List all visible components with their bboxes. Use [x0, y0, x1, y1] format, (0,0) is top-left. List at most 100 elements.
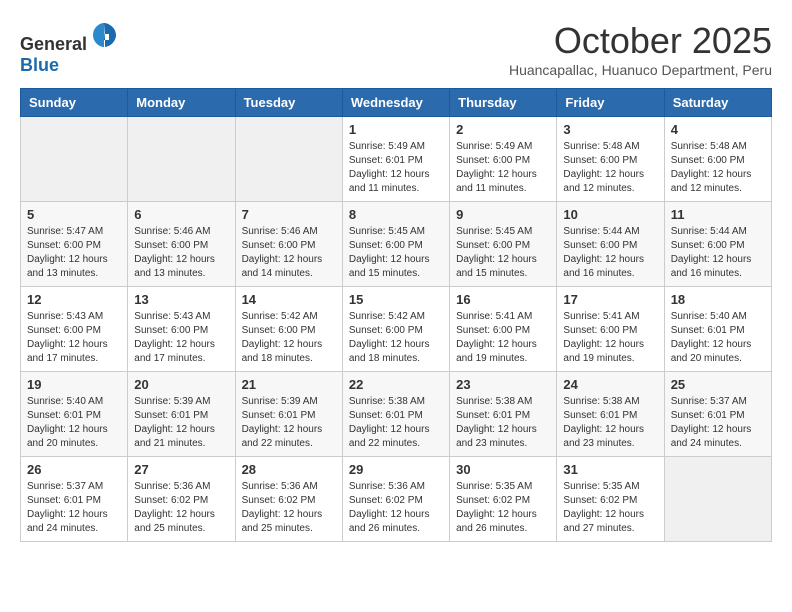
calendar-header-row: SundayMondayTuesdayWednesdayThursdayFrid…	[21, 89, 772, 117]
day-number: 10	[563, 207, 657, 222]
calendar-cell: 12 Sunrise: 5:43 AM Sunset: 6:00 PM Dayli…	[21, 287, 128, 372]
day-number: 9	[456, 207, 550, 222]
calendar-cell: 7Sunrise: 5:46 AM Sunset: 6:00 PM Daylig…	[235, 202, 342, 287]
day-info: Sunrise: 5:43 AM Sunset: 6:00 PM Dayligh…	[134, 310, 228, 366]
day-info: Sunrise: 5:38 AM Sunset: 6:01 PM Dayligh…	[349, 395, 443, 451]
day-number: 4	[671, 122, 765, 137]
calendar-cell: 27 Sunrise: 5:36 AM Sunset: 6:02 PM Dayli…	[128, 457, 235, 542]
day-number: 23	[456, 377, 550, 392]
day-number: 30	[456, 462, 550, 477]
calendar-cell: 17Sunrise: 5:41 AM Sunset: 6:00 PM Dayli…	[557, 287, 664, 372]
calendar-cell: 16 Sunrise: 5:41 AM Sunset: 6:00 PM Dayli…	[450, 287, 557, 372]
weekday-header-saturday: Saturday	[664, 89, 771, 117]
day-info: Sunrise: 5:41 AM Sunset: 6:00 PM Dayligh…	[563, 310, 657, 366]
day-info: Sunrise: 5:42 AM Sunset: 6:00 PM Dayligh…	[242, 310, 336, 366]
weekday-header-tuesday: Tuesday	[235, 89, 342, 117]
day-number: 24	[563, 377, 657, 392]
day-number: 3	[563, 122, 657, 137]
day-number: 16	[456, 292, 550, 307]
day-number: 12	[27, 292, 121, 307]
day-number: 18	[671, 292, 765, 307]
day-info: Sunrise: 5:37 AM Sunset: 6:01 PM Dayligh…	[671, 395, 765, 451]
calendar-cell	[128, 117, 235, 202]
weekday-header-wednesday: Wednesday	[342, 89, 449, 117]
logo: General Blue	[20, 20, 119, 76]
calendar-cell: 13 Sunrise: 5:43 AM Sunset: 6:00 PM Dayli…	[128, 287, 235, 372]
day-number: 6	[134, 207, 228, 222]
calendar-cell: 19 Sunrise: 5:40 AM Sunset: 6:01 PM Dayli…	[21, 372, 128, 457]
day-info: Sunrise: 5:48 AM Sunset: 6:00 PM Dayligh…	[671, 140, 765, 196]
day-number: 13	[134, 292, 228, 307]
calendar-cell: 1Sunrise: 5:49 AM Sunset: 6:01 PM Daylig…	[342, 117, 449, 202]
day-number: 29	[349, 462, 443, 477]
day-info: Sunrise: 5:44 AM Sunset: 6:00 PM Dayligh…	[671, 225, 765, 281]
calendar-cell: 5 Sunrise: 5:47 AM Sunset: 6:00 PM Daylig…	[21, 202, 128, 287]
calendar-cell: 18 Sunrise: 5:40 AM Sunset: 6:01 PM Dayli…	[664, 287, 771, 372]
day-info: Sunrise: 5:49 AM Sunset: 6:00 PM Dayligh…	[456, 140, 550, 196]
calendar-week-row: 12 Sunrise: 5:43 AM Sunset: 6:00 PM Dayli…	[21, 287, 772, 372]
day-info: Sunrise: 5:49 AM Sunset: 6:01 PM Dayligh…	[349, 140, 443, 196]
day-number: 31	[563, 462, 657, 477]
day-info: Sunrise: 5:43 AM Sunset: 6:00 PM Dayligh…	[27, 310, 121, 366]
day-number: 20	[134, 377, 228, 392]
calendar-cell: 3 Sunrise: 5:48 AM Sunset: 6:00 PM Daylig…	[557, 117, 664, 202]
calendar-cell: 24 Sunrise: 5:38 AM Sunset: 6:01 PM Dayli…	[557, 372, 664, 457]
day-info: Sunrise: 5:39 AM Sunset: 6:01 PM Dayligh…	[134, 395, 228, 451]
day-number: 21	[242, 377, 336, 392]
calendar-cell: 9 Sunrise: 5:45 AM Sunset: 6:00 PM Daylig…	[450, 202, 557, 287]
day-info: Sunrise: 5:38 AM Sunset: 6:01 PM Dayligh…	[563, 395, 657, 451]
calendar-cell	[21, 117, 128, 202]
day-info: Sunrise: 5:38 AM Sunset: 6:01 PM Dayligh…	[456, 395, 550, 451]
day-info: Sunrise: 5:39 AM Sunset: 6:01 PM Dayligh…	[242, 395, 336, 451]
calendar-week-row: 26Sunrise: 5:37 AM Sunset: 6:01 PM Dayli…	[21, 457, 772, 542]
day-info: Sunrise: 5:37 AM Sunset: 6:01 PM Dayligh…	[27, 480, 121, 536]
calendar-cell: 4 Sunrise: 5:48 AM Sunset: 6:00 PM Daylig…	[664, 117, 771, 202]
day-info: Sunrise: 5:36 AM Sunset: 6:02 PM Dayligh…	[242, 480, 336, 536]
calendar-cell	[235, 117, 342, 202]
day-info: Sunrise: 5:36 AM Sunset: 6:02 PM Dayligh…	[349, 480, 443, 536]
calendar-cell: 31Sunrise: 5:35 AM Sunset: 6:02 PM Dayli…	[557, 457, 664, 542]
weekday-header-friday: Friday	[557, 89, 664, 117]
calendar-cell: 2Sunrise: 5:49 AM Sunset: 6:00 PM Daylig…	[450, 117, 557, 202]
calendar-cell: 15Sunrise: 5:42 AM Sunset: 6:00 PM Dayli…	[342, 287, 449, 372]
logo-blue: Blue	[20, 55, 59, 75]
day-info: Sunrise: 5:40 AM Sunset: 6:01 PM Dayligh…	[27, 395, 121, 451]
day-number: 27	[134, 462, 228, 477]
day-number: 22	[349, 377, 443, 392]
calendar-week-row: 5 Sunrise: 5:47 AM Sunset: 6:00 PM Daylig…	[21, 202, 772, 287]
day-info: Sunrise: 5:47 AM Sunset: 6:00 PM Dayligh…	[27, 225, 121, 281]
day-number: 19	[27, 377, 121, 392]
day-number: 5	[27, 207, 121, 222]
calendar-cell: 10 Sunrise: 5:44 AM Sunset: 6:00 PM Dayli…	[557, 202, 664, 287]
day-number: 14	[242, 292, 336, 307]
calendar-week-row: 1Sunrise: 5:49 AM Sunset: 6:01 PM Daylig…	[21, 117, 772, 202]
day-number: 25	[671, 377, 765, 392]
day-info: Sunrise: 5:45 AM Sunset: 6:00 PM Dayligh…	[349, 225, 443, 281]
calendar-cell: 26Sunrise: 5:37 AM Sunset: 6:01 PM Dayli…	[21, 457, 128, 542]
day-info: Sunrise: 5:36 AM Sunset: 6:02 PM Dayligh…	[134, 480, 228, 536]
day-info: Sunrise: 5:46 AM Sunset: 6:00 PM Dayligh…	[134, 225, 228, 281]
location-title: Huancapallac, Huanuco Department, Peru	[509, 62, 772, 78]
day-number: 7	[242, 207, 336, 222]
calendar-cell: 29 Sunrise: 5:36 AM Sunset: 6:02 PM Dayli…	[342, 457, 449, 542]
day-number: 28	[242, 462, 336, 477]
day-info: Sunrise: 5:40 AM Sunset: 6:01 PM Dayligh…	[671, 310, 765, 366]
calendar-cell: 28 Sunrise: 5:36 AM Sunset: 6:02 PM Dayli…	[235, 457, 342, 542]
page-header: General Blue October 2025 Huancapallac, …	[20, 20, 772, 78]
day-info: Sunrise: 5:45 AM Sunset: 6:00 PM Dayligh…	[456, 225, 550, 281]
calendar-cell: 14 Sunrise: 5:42 AM Sunset: 6:00 PM Dayli…	[235, 287, 342, 372]
calendar-cell: 20 Sunrise: 5:39 AM Sunset: 6:01 PM Dayli…	[128, 372, 235, 457]
calendar-cell: 8 Sunrise: 5:45 AM Sunset: 6:00 PM Daylig…	[342, 202, 449, 287]
day-info: Sunrise: 5:44 AM Sunset: 6:00 PM Dayligh…	[563, 225, 657, 281]
day-info: Sunrise: 5:41 AM Sunset: 6:00 PM Dayligh…	[456, 310, 550, 366]
calendar-cell: 23 Sunrise: 5:38 AM Sunset: 6:01 PM Dayli…	[450, 372, 557, 457]
calendar-cell: 21 Sunrise: 5:39 AM Sunset: 6:01 PM Dayli…	[235, 372, 342, 457]
day-number: 11	[671, 207, 765, 222]
day-info: Sunrise: 5:48 AM Sunset: 6:00 PM Dayligh…	[563, 140, 657, 196]
day-number: 8	[349, 207, 443, 222]
weekday-header-monday: Monday	[128, 89, 235, 117]
weekday-header-thursday: Thursday	[450, 89, 557, 117]
title-area: October 2025 Huancapallac, Huanuco Depar…	[509, 20, 772, 78]
logo-general: General	[20, 34, 87, 54]
calendar-cell: 30Sunrise: 5:35 AM Sunset: 6:02 PM Dayli…	[450, 457, 557, 542]
